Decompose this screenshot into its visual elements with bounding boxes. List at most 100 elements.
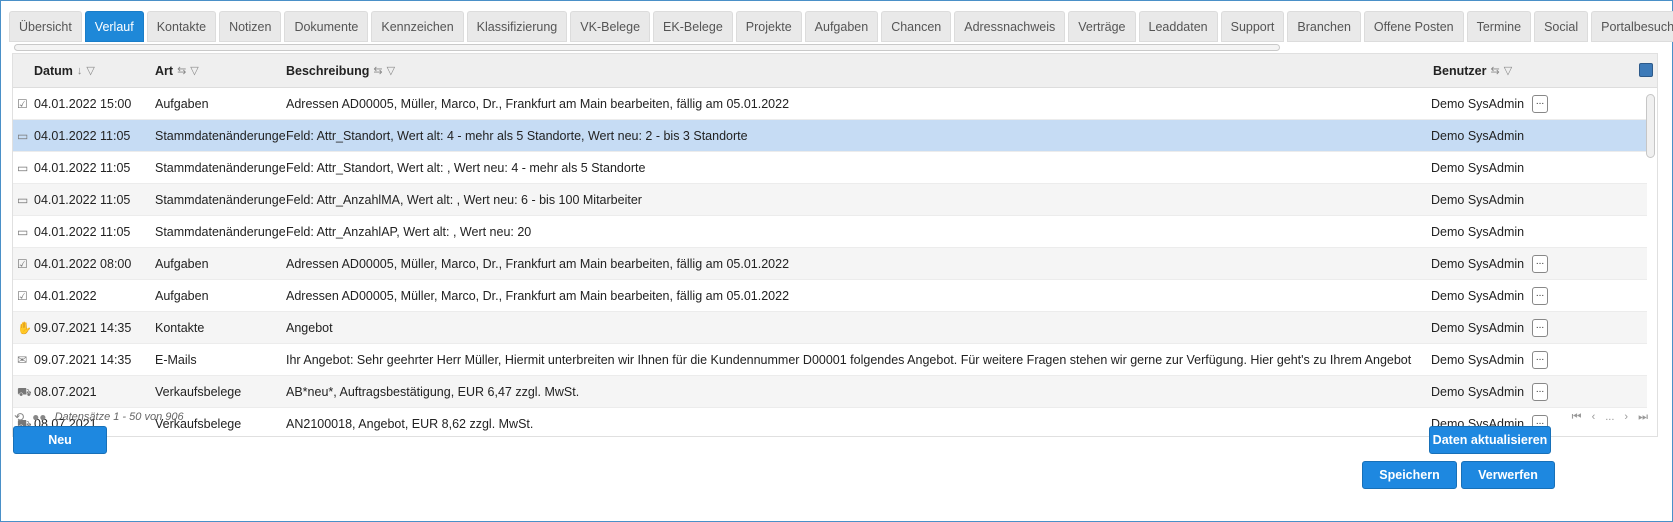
new-button[interactable]: Neu: [13, 426, 107, 454]
sort-icon[interactable]: ⇆: [1490, 54, 1499, 88]
sort-icon[interactable]: ⇆: [373, 54, 382, 88]
tab-item[interactable]: Offene Posten: [1363, 11, 1464, 42]
pager-control[interactable]: ›: [1624, 411, 1628, 424]
filter-icon[interactable]: ▽: [190, 54, 198, 88]
cell-art: Aufgaben: [155, 289, 209, 303]
tab-item[interactable]: VK-Belege: [570, 11, 651, 42]
tab-item[interactable]: Übersicht: [9, 11, 82, 42]
window-frame: Übersicht Verlauf Kontakte Notizen Dokumente…: [0, 0, 1673, 522]
cell-beschreibung: Angebot: [286, 321, 333, 335]
header-beschreibung-label: Beschreibung: [286, 64, 370, 78]
task-icon: ☑: [17, 97, 28, 111]
cell-datum: 04.01.2022 11:05: [34, 129, 131, 143]
tab-item[interactable]: Termine: [1466, 11, 1532, 42]
cell-beschreibung: AB*neu*, Auftragsbestätigung, EUR 6,47 z…: [286, 385, 580, 399]
sort-icon[interactable]: ⇆: [177, 54, 186, 88]
tab-item[interactable]: Projekte: [735, 11, 802, 42]
column-settings-icon[interactable]: [1639, 63, 1653, 77]
filter-icon[interactable]: ▽: [1504, 54, 1512, 88]
cell-art: Aufgaben: [155, 97, 209, 111]
tab-bar: Übersicht Verlauf Kontakte Notizen Dokumente…: [9, 11, 1673, 42]
table-row[interactable]: ⛟ 08.07.2021 Verkaufsbelege AB*neu*, Auftra…: [13, 376, 1647, 408]
table-row[interactable]: ✋ 09.07.2021 14:35 Kontakte Angebot Demo Sys…: [13, 312, 1647, 344]
tab-item[interactable]: Notizen: [219, 11, 282, 42]
row-details-button[interactable]: ...: [1532, 319, 1548, 337]
scrollbar-thumb[interactable]: [1646, 94, 1655, 158]
header-datum[interactable]: Datum ↓ ▽: [34, 54, 95, 88]
table-row[interactable]: ✉ 09.07.2021 14:35 E-Mails Ihr Angebot: Seh…: [13, 344, 1647, 376]
contact-icon: ✋: [17, 321, 31, 335]
tab-item[interactable]: Klassifizierung: [466, 11, 568, 42]
filter-icon[interactable]: ▽: [86, 54, 94, 88]
table-row[interactable]: ☑ 04.01.2022 Aufgaben Adressen AD00005, Mül…: [13, 280, 1647, 312]
row-details-button[interactable]: ...: [1532, 287, 1548, 305]
cell-datum: 04.01.2022 15:00: [34, 97, 132, 111]
cell-art: Aufgaben: [155, 257, 209, 271]
save-button[interactable]: Speichern: [1362, 461, 1457, 489]
row-details-button[interactable]: ...: [1532, 255, 1548, 273]
tab-item[interactable]: Aufgaben: [804, 11, 879, 42]
cell-datum: 08.07.2021: [34, 385, 97, 399]
cell-benutzer: Demo SysAdmin: [1431, 193, 1525, 207]
row-details-button[interactable]: ...: [1532, 351, 1548, 369]
record-count: Datensätze 1 - 50 von 906: [54, 411, 184, 423]
tab-item[interactable]: Leaddaten: [1138, 11, 1218, 42]
tab-item[interactable]: Dokumente: [284, 11, 369, 42]
tab-item[interactable]: Chancen: [881, 11, 952, 42]
pager-control[interactable]: ‹: [1592, 411, 1596, 424]
sort-icon[interactable]: ↓: [77, 54, 83, 88]
master-data-icon: ▭: [17, 225, 29, 239]
header-benutzer[interactable]: Benutzer ⇆ ▽: [1433, 54, 1512, 88]
cell-benutzer: Demo SysAdmin: [1431, 385, 1525, 399]
table-row[interactable]: ▭ 04.01.2022 11:05 Stammdatenänderungen Fel…: [13, 152, 1647, 184]
discard-button[interactable]: Verwerfen: [1461, 461, 1555, 489]
cell-benutzer: Demo SysAdmin: [1431, 161, 1525, 175]
task-icon: ☑: [17, 257, 28, 271]
header-benutzer-label: Benutzer: [1433, 64, 1487, 78]
header-art-label: Art: [155, 64, 174, 78]
cell-benutzer: Demo SysAdmin: [1431, 353, 1525, 367]
header-art[interactable]: Art ⇆ ▽: [155, 54, 199, 88]
cell-datum: 04.01.2022 08:00: [34, 257, 132, 271]
tab-item[interactable]: EK-Belege: [653, 11, 733, 42]
pager: ⏮ ‹... › ⏭: [1572, 411, 1648, 424]
cell-beschreibung: Feld: Attr_AnzahlMA, Wert alt: , Wert ne…: [286, 193, 642, 207]
row-details-button[interactable]: ...: [1532, 383, 1548, 401]
tab-item[interactable]: Social: [1534, 11, 1589, 42]
tab-item[interactable]: Portalbesuche: [1591, 11, 1673, 42]
pager-control[interactable]: ⏮: [1572, 411, 1582, 424]
table-row[interactable]: ☑ 04.01.2022 15:00 Aufgaben Adressen AD0000…: [13, 88, 1647, 120]
table-row[interactable]: ☑ 04.01.2022 08:00 Aufgaben Adressen AD0000…: [13, 248, 1647, 280]
refresh-data-button[interactable]: Daten aktualisieren: [1429, 426, 1551, 454]
cell-beschreibung: Feld: Attr_AnzahlAP, Wert alt: , Wert ne…: [286, 225, 532, 239]
row-details-button[interactable]: ...: [1532, 95, 1548, 113]
tab-item[interactable]: Verträge: [1068, 11, 1136, 42]
tab-item[interactable]: Adressnachweis: [954, 11, 1066, 42]
tab-item[interactable]: Kontakte: [146, 11, 217, 42]
table-row[interactable]: ▭ 04.01.2022 11:05 Stammdatenänderungen Fel…: [13, 120, 1647, 152]
table-row[interactable]: ▭ 04.01.2022 11:05 Stammdatenänderungen Fel…: [13, 184, 1647, 216]
pager-control[interactable]: ⏭: [1638, 411, 1648, 424]
refresh-icon[interactable]: ⟲: [14, 410, 24, 424]
pager-control[interactable]: ...: [1605, 411, 1614, 424]
tab-item[interactable]: Verlauf: [84, 11, 144, 42]
tab-item[interactable]: Branchen: [1287, 11, 1361, 42]
table-row[interactable]: ▭ 04.01.2022 11:05 Stammdatenänderungen Fel…: [13, 216, 1647, 248]
grid-status: ⟲ ●● Datensätze 1 - 50 von 906: [14, 410, 184, 424]
history-grid: Datum ↓ ▽ Art ⇆ ▽ Beschreibung ⇆ ▽ Benut…: [12, 53, 1658, 437]
filter-icon[interactable]: ▽: [387, 54, 395, 88]
cell-benutzer: Demo SysAdmin: [1431, 97, 1525, 111]
cell-art: Stammdatenänderungen: [155, 161, 285, 175]
header-beschreibung[interactable]: Beschreibung ⇆ ▽: [286, 54, 395, 88]
cell-art: Stammdatenänderungen: [155, 225, 285, 239]
cell-datum: 04.01.2022 11:05: [34, 193, 131, 207]
truck-icon: ⛟: [17, 385, 31, 399]
tab-item[interactable]: Kennzeichen: [371, 11, 464, 42]
cell-art: E-Mails: [155, 353, 197, 367]
email-icon: ✉: [17, 353, 28, 367]
tab-scrollbar[interactable]: [14, 44, 1280, 51]
tab-item[interactable]: Support: [1220, 11, 1285, 42]
table-row[interactable]: ⛟ 08.07.2021 Verkaufsbelege AN2100018, Ange…: [13, 408, 1647, 436]
cell-art: Kontakte: [155, 321, 205, 335]
grid-scrollbar[interactable]: [1646, 88, 1655, 436]
